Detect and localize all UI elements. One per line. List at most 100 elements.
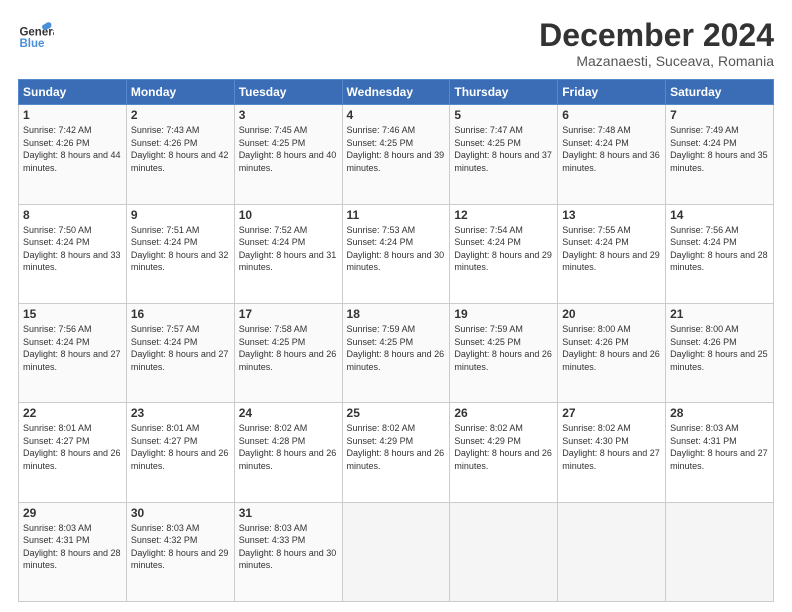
calendar-cell: 15 Sunrise: 7:56 AM Sunset: 4:24 PM Dayli…	[19, 303, 127, 402]
day-info: Sunrise: 8:01 AM Sunset: 4:27 PM Dayligh…	[131, 422, 230, 472]
calendar-cell: 28 Sunrise: 8:03 AM Sunset: 4:31 PM Dayli…	[666, 403, 774, 502]
day-info: Sunrise: 7:59 AM Sunset: 4:25 PM Dayligh…	[347, 323, 446, 373]
day-number: 11	[347, 208, 446, 222]
calendar-week-row: 1 Sunrise: 7:42 AM Sunset: 4:26 PM Daylig…	[19, 105, 774, 204]
day-info: Sunrise: 7:45 AM Sunset: 4:25 PM Dayligh…	[239, 124, 338, 174]
calendar-cell: 23 Sunrise: 8:01 AM Sunset: 4:27 PM Dayli…	[126, 403, 234, 502]
main-title: December 2024	[539, 18, 774, 53]
calendar-cell: 4Sunrise: 7:46 AM Sunset: 4:25 PM Daylig…	[342, 105, 450, 204]
day-number: 2	[131, 108, 230, 122]
calendar-cell: 21Sunrise: 8:00 AM Sunset: 4:26 PM Dayli…	[666, 303, 774, 402]
day-number: 9	[131, 208, 230, 222]
day-info: Sunrise: 7:57 AM Sunset: 4:24 PM Dayligh…	[131, 323, 230, 373]
calendar-cell: 6Sunrise: 7:48 AM Sunset: 4:24 PM Daylig…	[558, 105, 666, 204]
logo-icon: General Blue	[18, 18, 54, 54]
col-thursday: Thursday	[450, 80, 558, 105]
day-number: 31	[239, 506, 338, 520]
day-number: 17	[239, 307, 338, 321]
day-number: 16	[131, 307, 230, 321]
day-info: Sunrise: 8:03 AM Sunset: 4:31 PM Dayligh…	[670, 422, 769, 472]
title-block: December 2024 Mazanaesti, Suceava, Roman…	[539, 18, 774, 69]
calendar-cell: 30 Sunrise: 8:03 AM Sunset: 4:32 PM Dayli…	[126, 502, 234, 601]
calendar-cell: 20 Sunrise: 8:00 AM Sunset: 4:26 PM Dayli…	[558, 303, 666, 402]
day-number: 28	[670, 406, 769, 420]
calendar-cell: 9 Sunrise: 7:51 AM Sunset: 4:24 PM Daylig…	[126, 204, 234, 303]
day-info: Sunrise: 8:03 AM Sunset: 4:33 PM Dayligh…	[239, 522, 338, 572]
day-info: Sunrise: 8:02 AM Sunset: 4:30 PM Dayligh…	[562, 422, 661, 472]
day-info: Sunrise: 7:50 AM Sunset: 4:24 PM Dayligh…	[23, 224, 122, 274]
calendar-cell: 27 Sunrise: 8:02 AM Sunset: 4:30 PM Dayli…	[558, 403, 666, 502]
day-info: Sunrise: 7:54 AM Sunset: 4:24 PM Dayligh…	[454, 224, 553, 274]
calendar-cell: 19 Sunrise: 7:59 AM Sunset: 4:25 PM Dayli…	[450, 303, 558, 402]
day-number: 15	[23, 307, 122, 321]
calendar-cell: 24Sunrise: 8:02 AM Sunset: 4:28 PM Dayli…	[234, 403, 342, 502]
day-info: Sunrise: 7:51 AM Sunset: 4:24 PM Dayligh…	[131, 224, 230, 274]
calendar-cell: 26 Sunrise: 8:02 AM Sunset: 4:29 PM Dayli…	[450, 403, 558, 502]
day-number: 30	[131, 506, 230, 520]
calendar-cell: 31 Sunrise: 8:03 AM Sunset: 4:33 PM Dayli…	[234, 502, 342, 601]
day-number: 27	[562, 406, 661, 420]
logo: General Blue	[18, 18, 54, 54]
calendar-cell: 2 Sunrise: 7:43 AM Sunset: 4:26 PM Daylig…	[126, 105, 234, 204]
day-info: Sunrise: 8:02 AM Sunset: 4:29 PM Dayligh…	[454, 422, 553, 472]
day-number: 29	[23, 506, 122, 520]
day-info: Sunrise: 7:53 AM Sunset: 4:24 PM Dayligh…	[347, 224, 446, 274]
day-info: Sunrise: 7:42 AM Sunset: 4:26 PM Dayligh…	[23, 124, 122, 174]
day-info: Sunrise: 7:49 AM Sunset: 4:24 PM Dayligh…	[670, 124, 769, 174]
day-info: Sunrise: 7:52 AM Sunset: 4:24 PM Dayligh…	[239, 224, 338, 274]
calendar-header: Sunday Monday Tuesday Wednesday Thursday…	[19, 80, 774, 105]
calendar-body: 1 Sunrise: 7:42 AM Sunset: 4:26 PM Daylig…	[19, 105, 774, 602]
calendar-cell: 12 Sunrise: 7:54 AM Sunset: 4:24 PM Dayli…	[450, 204, 558, 303]
header-row: Sunday Monday Tuesday Wednesday Thursday…	[19, 80, 774, 105]
calendar-cell: 14Sunrise: 7:56 AM Sunset: 4:24 PM Dayli…	[666, 204, 774, 303]
day-number: 20	[562, 307, 661, 321]
col-wednesday: Wednesday	[342, 80, 450, 105]
calendar-cell: 22 Sunrise: 8:01 AM Sunset: 4:27 PM Dayli…	[19, 403, 127, 502]
calendar-cell: 13Sunrise: 7:55 AM Sunset: 4:24 PM Dayli…	[558, 204, 666, 303]
calendar-cell: 7 Sunrise: 7:49 AM Sunset: 4:24 PM Daylig…	[666, 105, 774, 204]
day-number: 21	[670, 307, 769, 321]
day-number: 22	[23, 406, 122, 420]
day-number: 8	[23, 208, 122, 222]
calendar-cell	[666, 502, 774, 601]
calendar-cell: 25Sunrise: 8:02 AM Sunset: 4:29 PM Dayli…	[342, 403, 450, 502]
header: General Blue December 2024 Mazanaesti, S…	[18, 18, 774, 69]
day-number: 7	[670, 108, 769, 122]
col-saturday: Saturday	[666, 80, 774, 105]
day-number: 23	[131, 406, 230, 420]
day-info: Sunrise: 8:03 AM Sunset: 4:31 PM Dayligh…	[23, 522, 122, 572]
day-info: Sunrise: 7:56 AM Sunset: 4:24 PM Dayligh…	[23, 323, 122, 373]
calendar-cell	[450, 502, 558, 601]
calendar-cell	[558, 502, 666, 601]
page: General Blue December 2024 Mazanaesti, S…	[0, 0, 792, 612]
day-number: 19	[454, 307, 553, 321]
day-number: 5	[454, 108, 553, 122]
calendar-week-row: 22 Sunrise: 8:01 AM Sunset: 4:27 PM Dayli…	[19, 403, 774, 502]
day-info: Sunrise: 7:59 AM Sunset: 4:25 PM Dayligh…	[454, 323, 553, 373]
calendar-cell: 3 Sunrise: 7:45 AM Sunset: 4:25 PM Daylig…	[234, 105, 342, 204]
calendar-cell: 5 Sunrise: 7:47 AM Sunset: 4:25 PM Daylig…	[450, 105, 558, 204]
day-info: Sunrise: 8:03 AM Sunset: 4:32 PM Dayligh…	[131, 522, 230, 572]
col-monday: Monday	[126, 80, 234, 105]
day-number: 1	[23, 108, 122, 122]
day-number: 14	[670, 208, 769, 222]
day-info: Sunrise: 8:01 AM Sunset: 4:27 PM Dayligh…	[23, 422, 122, 472]
calendar-week-row: 8 Sunrise: 7:50 AM Sunset: 4:24 PM Daylig…	[19, 204, 774, 303]
col-tuesday: Tuesday	[234, 80, 342, 105]
day-number: 6	[562, 108, 661, 122]
calendar-cell: 11 Sunrise: 7:53 AM Sunset: 4:24 PM Dayli…	[342, 204, 450, 303]
calendar-cell: 18Sunrise: 7:59 AM Sunset: 4:25 PM Dayli…	[342, 303, 450, 402]
calendar-week-row: 29 Sunrise: 8:03 AM Sunset: 4:31 PM Dayli…	[19, 502, 774, 601]
day-number: 3	[239, 108, 338, 122]
calendar-cell	[342, 502, 450, 601]
day-info: Sunrise: 8:00 AM Sunset: 4:26 PM Dayligh…	[562, 323, 661, 373]
day-number: 13	[562, 208, 661, 222]
day-number: 25	[347, 406, 446, 420]
calendar-week-row: 15 Sunrise: 7:56 AM Sunset: 4:24 PM Dayli…	[19, 303, 774, 402]
calendar-cell: 17Sunrise: 7:58 AM Sunset: 4:25 PM Dayli…	[234, 303, 342, 402]
day-number: 26	[454, 406, 553, 420]
day-info: Sunrise: 7:43 AM Sunset: 4:26 PM Dayligh…	[131, 124, 230, 174]
day-number: 12	[454, 208, 553, 222]
day-number: 24	[239, 406, 338, 420]
day-info: Sunrise: 7:47 AM Sunset: 4:25 PM Dayligh…	[454, 124, 553, 174]
